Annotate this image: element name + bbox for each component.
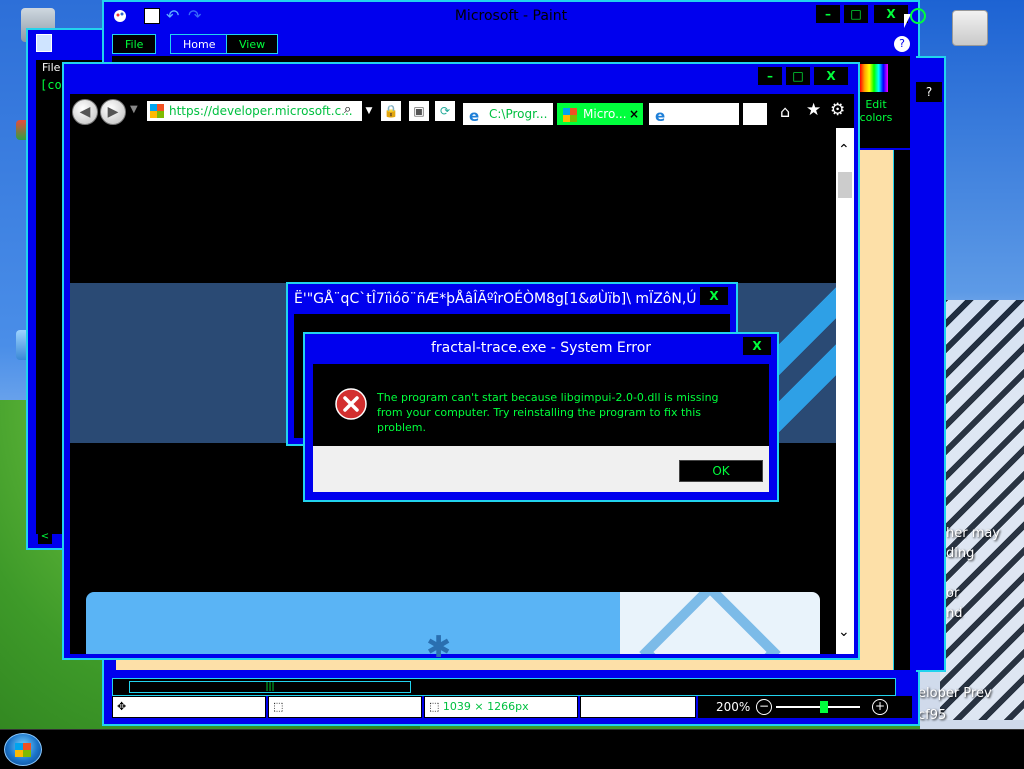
ok-button[interactable]: OK <box>679 460 763 482</box>
banner-logo-shape <box>639 592 781 654</box>
ie-icon-2: e <box>655 107 666 125</box>
zoom-control[interactable]: 200% − + <box>698 696 912 718</box>
desktop-text-line-3: or <box>946 586 960 601</box>
notepad-scroll-left[interactable]: < <box>38 530 52 544</box>
browser-minimize-button[interactable]: – <box>758 67 782 85</box>
browser-scroll-thumb[interactable] <box>838 172 852 198</box>
windows-logo-icon <box>15 743 31 757</box>
paint-vertical-scrollbar[interactable] <box>893 150 910 670</box>
ms-favicon <box>563 108 577 122</box>
scroll-up-icon[interactable]: ⌃ <box>838 142 850 158</box>
error-dialog[interactable]: fractal-trace.exe - System Error X The p… <box>303 332 779 502</box>
zoom-slider-thumb[interactable] <box>820 701 828 713</box>
paint-status-bar: ✥ ⬚ ⬚ 1039 × 1266px 200% − + <box>112 696 912 718</box>
paint-tab-home[interactable]: Home <box>170 34 229 54</box>
desktop-text-line-2: ding <box>946 546 975 561</box>
desktop-text-line-4: nd <box>946 606 963 621</box>
close-tab-icon[interactable]: × <box>629 103 639 125</box>
error-dialog-close-button[interactable]: X <box>743 337 771 355</box>
browser-maximize-button[interactable]: □ <box>786 67 810 85</box>
taskbar <box>0 729 1024 769</box>
desktop-file-icon[interactable] <box>948 10 992 48</box>
error-dialog-body: The program can't start because libgimpu… <box>313 364 769 446</box>
browser-vertical-scrollbar[interactable]: ⌃ ⌄ <box>836 128 854 654</box>
error-dialog-title: fractal-trace.exe - System Error <box>430 340 652 356</box>
desktop-text-line-6: cf95 <box>918 708 947 723</box>
zoom-slider[interactable] <box>776 706 860 708</box>
forward-button[interactable]: ▶ <box>100 99 126 125</box>
wallpaper-tattoo <box>940 300 1024 720</box>
start-button[interactable] <box>4 733 42 766</box>
zoom-in-icon[interactable]: + <box>872 699 888 715</box>
help-icon[interactable]: ? <box>894 36 910 52</box>
paint-tab-view[interactable]: View <box>226 34 279 54</box>
browser-tab-1-label: C:\Progr... <box>489 107 548 121</box>
compat-view-icon[interactable]: ▣ <box>408 100 430 122</box>
browser-tab-3[interactable]: e <box>648 102 740 126</box>
side-window-help-icon[interactable]: ? <box>916 82 942 102</box>
history-dropdown-icon[interactable]: ▼ <box>130 104 138 115</box>
paint-maximize-button[interactable]: □ <box>844 5 868 23</box>
page-banner-card: ✱ <box>86 592 620 665</box>
edit-colors-icon[interactable] <box>860 64 888 92</box>
site-favicon <box>150 104 164 118</box>
image-size-cell: ⬚ 1039 × 1266px <box>424 696 578 718</box>
cursor-position-cell: ✥ <box>112 696 266 718</box>
new-tab-button[interactable] <box>742 102 768 126</box>
notepad-menu-file[interactable]: File <box>42 61 60 74</box>
ie-icon: e <box>469 107 480 125</box>
garbled-dialog-title: Ë'"GÅ¨qC`tÎ7ïìóõ¨ñÆ*þÅâÎÃºîrOÉÒM8g[1&øÙï… <box>294 291 696 307</box>
back-button[interactable]: ◀ <box>72 99 98 125</box>
refresh-icon[interactable]: ⟳ <box>434 100 456 122</box>
paint-minimize-button[interactable]: – <box>816 5 840 23</box>
banner-asterisk-icon: ✱ <box>426 630 452 665</box>
address-bar[interactable]: https://developer.microsoft.c... <box>146 100 376 122</box>
paint-title: Microsoft - Paint <box>454 8 568 24</box>
favorites-star-icon[interactable]: ★ <box>806 100 821 120</box>
page-banner-logo <box>620 592 820 654</box>
side-window[interactable]: ? <box>916 56 946 672</box>
selection-size-cell: ⬚ <box>268 696 422 718</box>
browser-close-button[interactable]: X <box>814 67 848 85</box>
search-icon[interactable]: ⌕ <box>344 102 351 117</box>
error-message: The program can't start because libgimpu… <box>377 391 719 434</box>
browser-tab-2[interactable]: Micro... × <box>556 102 644 126</box>
edit-colors-label[interactable]: Edit colors <box>856 98 896 124</box>
image-dimensions: 1039 × 1266px <box>442 700 529 713</box>
home-icon[interactable]: ⌂ <box>780 102 790 121</box>
lock-icon[interactable]: 🔒 <box>380 100 402 122</box>
busy-ring-icon <box>910 8 926 24</box>
desktop-text-line-1: her may <box>946 526 1001 541</box>
zoom-out-icon[interactable]: − <box>756 699 772 715</box>
zoom-level: 200% <box>716 700 751 714</box>
paint-horizontal-scrollbar[interactable]: ||| <box>112 678 896 696</box>
browser-tab-1[interactable]: e C:\Progr... <box>462 102 554 126</box>
settings-gear-icon[interactable]: ⚙ <box>830 100 845 120</box>
notepad-content[interactable]: [co <box>40 78 62 92</box>
scroll-down-icon[interactable]: ⌄ <box>838 624 850 640</box>
paint-scroll-thumb[interactable]: ||| <box>129 681 411 693</box>
error-icon <box>335 388 367 420</box>
garbled-dialog-close-button[interactable]: X <box>700 287 728 305</box>
error-dialog-footer: OK <box>313 446 769 492</box>
browser-tab-2-label: Micro... <box>583 107 627 121</box>
paint-close-button[interactable]: X <box>874 5 908 23</box>
desktop-text-line-5: eloper Prev <box>918 686 992 701</box>
notepad-icon <box>36 34 52 52</box>
disk-size-cell <box>580 696 696 718</box>
address-dropdown-icon[interactable]: ▼ <box>362 101 376 121</box>
paint-tab-file[interactable]: File <box>112 34 157 54</box>
